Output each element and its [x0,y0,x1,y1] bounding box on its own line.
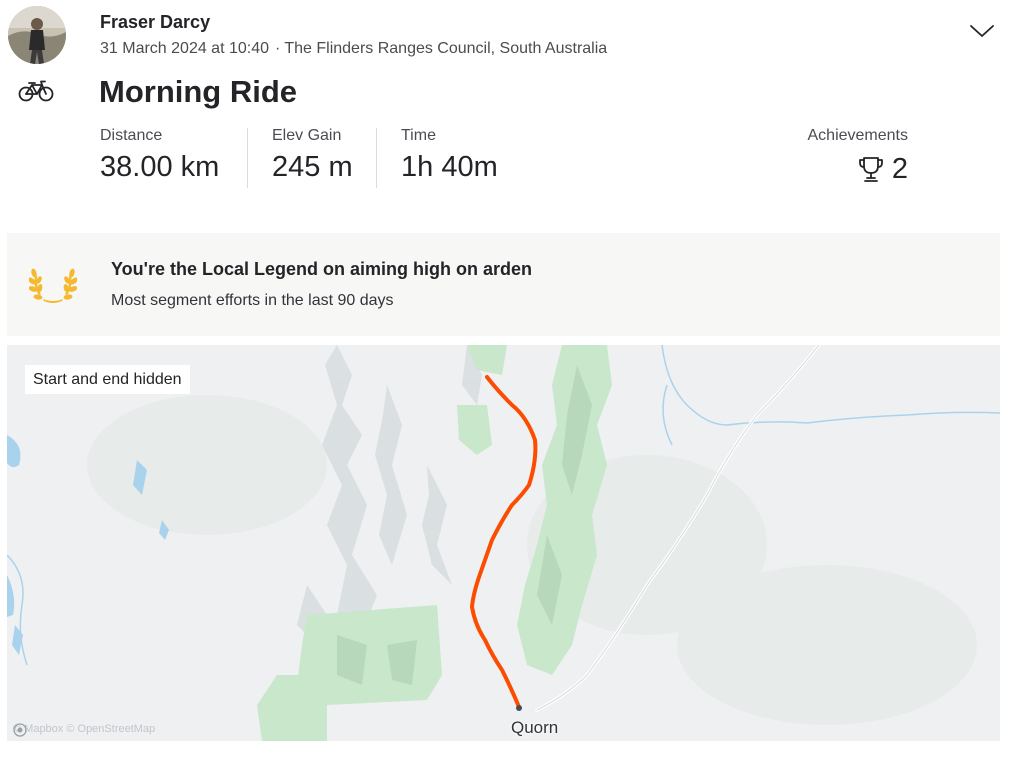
stat-divider [376,128,377,188]
route-end-marker [516,705,522,711]
athlete-name[interactable]: Fraser Darcy [100,12,210,33]
trophy-icon [858,156,883,182]
activity-date: 31 March 2024 at 10:40 [100,40,270,57]
stat-value: 38.00 km [100,151,220,183]
local-legend-title: You're the Local Legend on aiming high o… [111,259,532,279]
map-town-label: Quorn [511,718,559,737]
stat-divider [247,128,248,188]
stat-value: 245 m [272,151,353,183]
stat-label: Distance [100,127,163,144]
local-legend-banner[interactable]: You're the Local Legend on aiming high o… [7,233,1000,336]
activity-title[interactable]: Morning Ride [99,74,297,110]
activity-meta: 31 March 2024 at 10:40 · The Flinders Rang… [100,40,607,58]
stat-elev-gain: Elev Gain 245 m [272,127,353,184]
stat-time: Time 1h 40m [401,127,498,184]
map-canvas[interactable] [7,345,1000,741]
activity-location: The Flinders Ranges Council, South Austr… [284,40,608,57]
bicycle-icon [18,80,54,102]
stat-distance: Distance 38.00 km [100,127,219,184]
stat-value: 1h 40m [401,151,498,183]
mapbox-logo-icon [13,723,27,737]
chevron-down-icon[interactable] [968,20,996,40]
stat-label: Time [401,127,436,144]
start-end-hidden-badge: Start and end hidden [25,365,190,394]
route-map[interactable]: Start and end hidden Quorn © Mapbox © Op… [7,345,1000,741]
stat-label: Elev Gain [272,127,342,144]
achievements-count: 2 [891,153,908,185]
achievements-label: Achievements [807,127,909,144]
laurel-wreath-icon [29,268,77,303]
athlete-avatar[interactable] [8,6,66,64]
attribution-text: © Mapbox © OpenStreetMap [13,723,156,735]
meta-separator: · [275,40,281,57]
map-attribution[interactable]: © Mapbox © OpenStreetMap [13,723,156,737]
achievements[interactable]: Achievements 2 [808,127,909,186]
local-legend-subtitle: Most segment efforts in the last 90 days [111,292,394,309]
